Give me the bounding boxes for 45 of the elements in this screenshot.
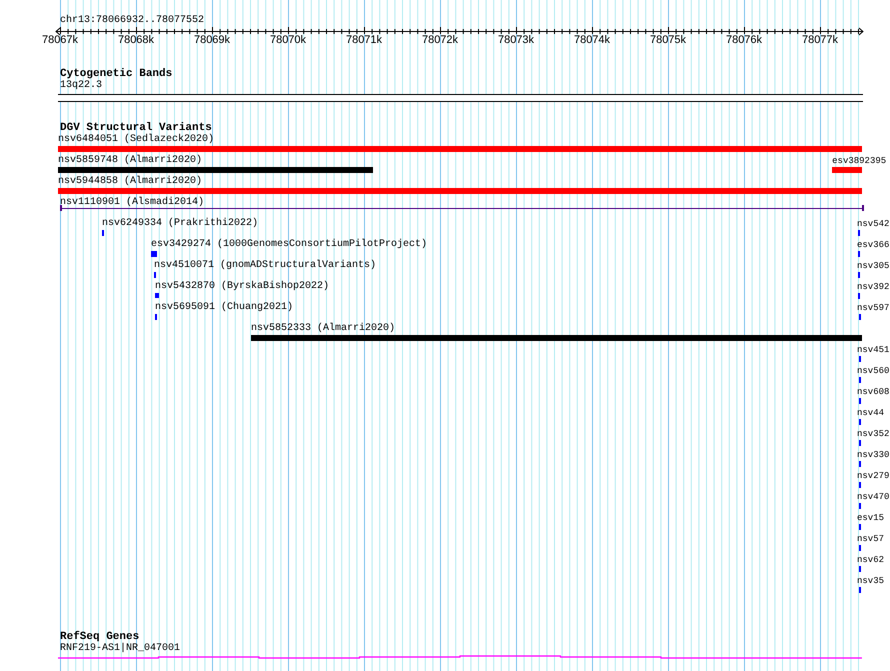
variant-label: nsv5944858 (Almarri2020) (58, 176, 202, 188)
variant-label: nsv62 (857, 554, 884, 566)
variant-label: nsv352 (857, 428, 890, 440)
tick-label: 78073k (498, 34, 534, 46)
variant-label: esv366 (857, 239, 890, 251)
band-label: 13q22.3 (60, 80, 102, 92)
tick-label: 78074k (574, 34, 610, 46)
variant-label: nsv597 (857, 302, 890, 314)
variant-label: esv3429274 (1000GenomesConsortiumPilotProject) (150, 239, 428, 251)
variant-label: nsv5432870 (ByrskaBishop2022) (155, 281, 330, 293)
variant-label: nsv35 (857, 575, 884, 587)
track-title: RefSeq Genes (60, 631, 140, 643)
variant-label: nsv608 (857, 386, 890, 398)
variant-label: nsv44 (857, 407, 884, 419)
variant-label: esv3892395 (832, 155, 886, 167)
variant-label: nsv57 (857, 533, 884, 545)
track-title: Cytogenetic Bands (60, 68, 172, 80)
variant-label: nsv5852333 (Almarri2020) (250, 323, 396, 335)
variant-label: nsv392 (857, 281, 890, 293)
variant-label: nsv279 (857, 470, 890, 482)
variant-label: nsv560 (857, 365, 890, 377)
tick-label: 78071k (346, 34, 382, 46)
tick-label: 78068k (118, 34, 154, 46)
variant-label: nsv451 (857, 344, 890, 356)
variant-label: nsv4510071 (gnomADStructuralVariants) (154, 260, 376, 272)
variant-label: nsv6249334 (Prakrithi2022) (102, 218, 258, 230)
gene-label: RNF219-AS1|NR_047001 (60, 643, 180, 655)
variant-label: nsv330 (857, 449, 890, 461)
tick-label: 78076k (726, 34, 762, 46)
variant-label: nsv470 (857, 491, 890, 503)
variant-label: nsv5859748 (Almarri2020) (58, 155, 202, 167)
tick-label: 78069k (194, 34, 230, 46)
variant-label: esv15 (857, 512, 884, 524)
variant-label: nsv542 (857, 218, 890, 230)
variant-label: nsv5695091 (Chuang2021) (155, 302, 294, 314)
tick-label: 78075k (650, 34, 686, 46)
tick-label: 78072k (422, 34, 458, 46)
tick-label: 78067k (42, 34, 78, 46)
tick-label: 78077k (802, 34, 838, 46)
tick-label: 78070k (270, 34, 306, 46)
track-title: DGV Structural Variants (60, 122, 212, 134)
variant-label: nsv305 (857, 260, 890, 272)
variant-label: nsv6484051 (Sedlazeck2020) (58, 134, 214, 146)
location-label: chr13:78066932..78077552 (60, 15, 204, 27)
variant-label: nsv1110901 (Alsmadi2014) (60, 197, 204, 209)
